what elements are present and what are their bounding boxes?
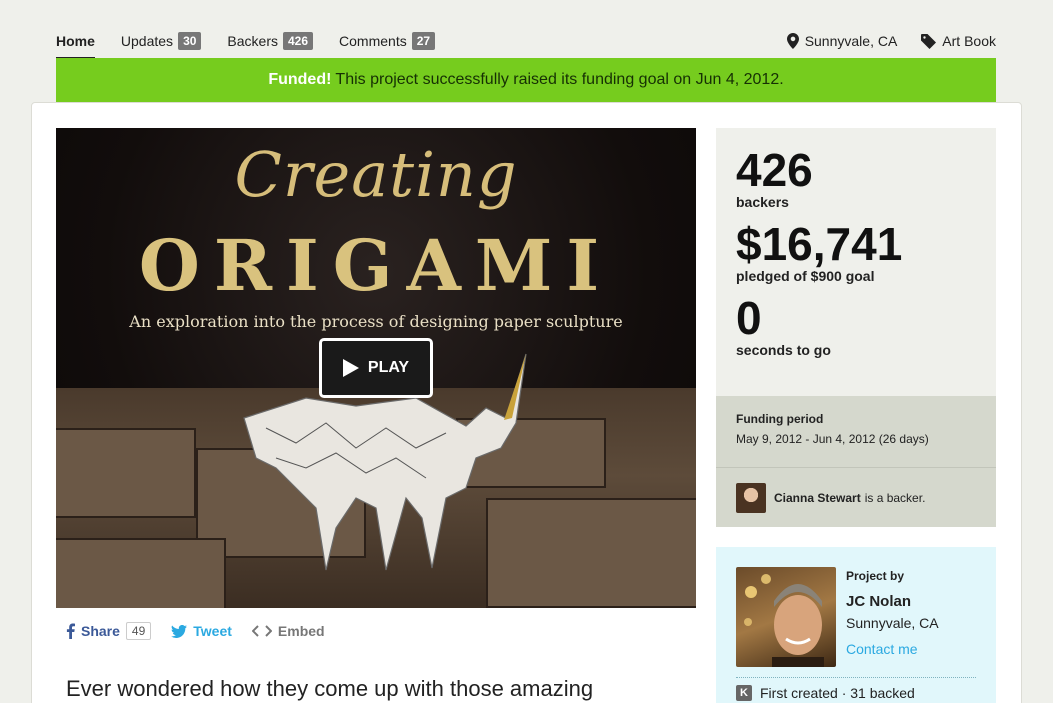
pledged-label: pledged of $900 goal: [736, 268, 875, 284]
tab-updates-label: Updates: [120, 33, 174, 49]
play-icon: [342, 359, 359, 377]
tab-backers[interactable]: Backers 426: [227, 24, 314, 58]
share-bar: Share 49 Tweet Embed: [66, 618, 345, 644]
creator-name[interactable]: JC Nolan: [846, 593, 939, 610]
creator-divider: [736, 677, 976, 678]
backer-suffix: is a backer.: [864, 490, 926, 505]
tab-comments-label: Comments: [339, 33, 407, 49]
creator-history: K First created · 31 backed: [736, 685, 915, 701]
backers-label: backers: [736, 194, 789, 210]
updates-count-badge: 30: [178, 32, 202, 50]
tab-backers-label: Backers: [227, 33, 278, 49]
comments-count-badge: 27: [411, 32, 436, 50]
pledged-number: $16,741: [736, 218, 903, 270]
creator-portrait-image: [744, 574, 824, 667]
project-by-label: Project by: [846, 569, 905, 583]
kickstarter-k-icon: K: [736, 685, 752, 701]
project-nav: Home Updates 30 Backers 426 Comments 27 …: [56, 24, 996, 59]
tab-home[interactable]: Home: [56, 24, 95, 59]
tag-icon: [921, 33, 937, 49]
tab-comments[interactable]: Comments 27: [339, 24, 436, 58]
tweet-label: Tweet: [193, 623, 232, 639]
funding-period: Funding period May 9, 2012 - Jun 4, 2012…: [716, 396, 996, 467]
project-blurb: Ever wondered how they come up with thos…: [66, 676, 594, 701]
backer-avatar[interactable]: [736, 482, 766, 513]
contact-me-link[interactable]: Contact me: [846, 641, 939, 657]
stats-panel: 426 backers $16,741 pledged of $900 goal…: [716, 128, 996, 396]
creator-location: Sunnyvale, CA: [846, 615, 939, 631]
facebook-icon: [66, 623, 75, 639]
project-video[interactable]: Creating ORIGAMI An exploration into the…: [56, 128, 696, 608]
backer-note: Cianna Stewart is a backer.: [716, 467, 996, 527]
code-brackets-icon: [251, 625, 272, 637]
category-link[interactable]: Art Book: [921, 33, 996, 49]
creator-panel: Project by JC Nolan Sunnyvale, CA Contac…: [716, 547, 996, 703]
time-number: 0: [736, 292, 762, 344]
location-link[interactable]: Sunnyvale, CA: [786, 33, 898, 49]
funded-text: This project successfully raised its fun…: [335, 71, 784, 88]
play-button[interactable]: PLAY: [319, 338, 433, 398]
table-tile: [56, 538, 226, 608]
embed-label: Embed: [277, 623, 325, 639]
facebook-share-button[interactable]: Share 49: [66, 622, 152, 640]
funded-strong: Funded!: [268, 71, 332, 88]
video-title-script: Creating: [234, 138, 518, 211]
tab-home-label: Home: [56, 33, 95, 49]
video-title-big: ORIGAMI: [138, 224, 614, 307]
twitter-icon: [171, 624, 188, 638]
play-label: PLAY: [367, 359, 410, 376]
creator-avatar[interactable]: [736, 567, 836, 667]
creator-info: Project by JC Nolan Sunnyvale, CA Contac…: [846, 569, 939, 657]
tweet-button[interactable]: Tweet: [171, 623, 232, 639]
funded-banner: Funded! This project successfully raised…: [56, 58, 996, 102]
funding-period-title: Funding period: [736, 412, 824, 426]
funding-period-range: May 9, 2012 - Jun 4, 2012 (26 days): [736, 432, 929, 446]
backer-name[interactable]: Cianna Stewart: [774, 491, 861, 505]
tab-updates[interactable]: Updates 30: [121, 24, 202, 58]
table-tile: [56, 428, 196, 518]
backers-number: 426: [736, 144, 813, 196]
category-label: Art Book: [942, 33, 996, 49]
embed-button[interactable]: Embed: [251, 623, 325, 639]
nav-meta-group: Sunnyvale, CA Art Book: [763, 33, 996, 49]
backers-count-badge: 426: [283, 32, 314, 50]
map-pin-icon: [786, 33, 799, 49]
share-label: Share: [81, 623, 120, 639]
location-label: Sunnyvale, CA: [804, 33, 898, 49]
creator-history-text: First created · 31 backed: [760, 685, 915, 701]
time-label: seconds to go: [736, 342, 831, 358]
share-count: 49: [125, 622, 152, 640]
video-subtitle: An exploration into the process of desig…: [129, 312, 623, 331]
